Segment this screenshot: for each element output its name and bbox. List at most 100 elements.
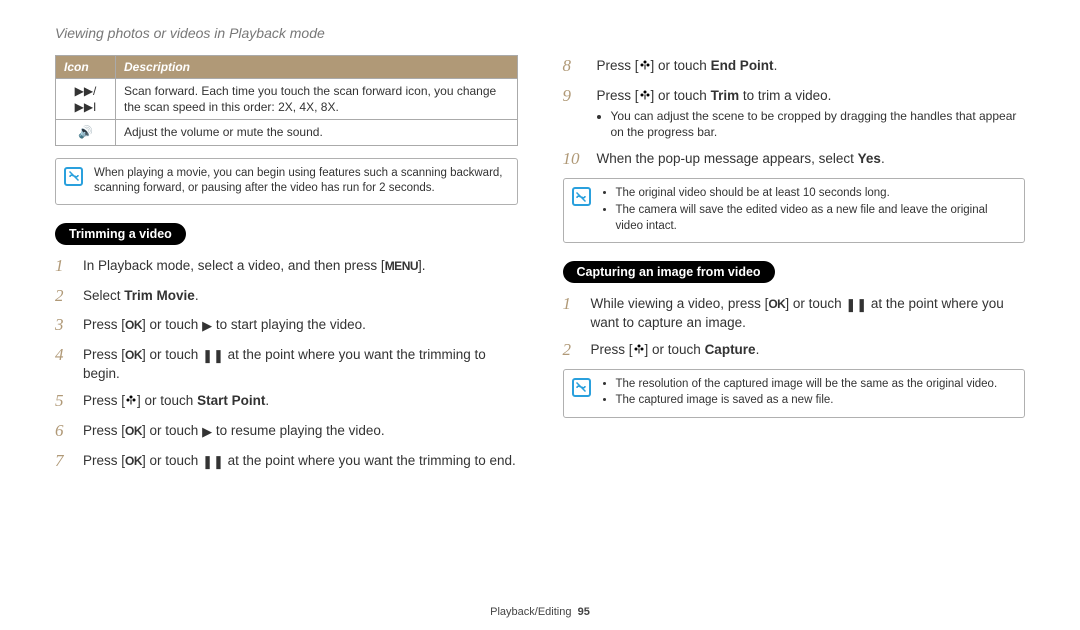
ok-key: OK xyxy=(125,318,142,332)
content-columns: Icon Description ▶▶/▶▶I Scan forward. Ea… xyxy=(55,55,1025,480)
step-text: . xyxy=(195,288,199,303)
ok-key: OK xyxy=(125,424,142,438)
capture-label: Capture xyxy=(705,342,756,357)
step-text: ] or touch xyxy=(142,453,202,468)
step-text: In Playback mode, select a video, and th… xyxy=(83,258,385,273)
note-trim: The original video should be at least 10… xyxy=(563,178,1026,243)
step-2: 2 Select Trim Movie. xyxy=(55,285,518,308)
note-icon xyxy=(64,167,83,186)
right-column: 8 Press [ ] or touch End Point. 9 Press [… xyxy=(563,55,1026,480)
step-text: . xyxy=(881,151,885,166)
ok-key: OK xyxy=(768,297,785,311)
step-number: 1 xyxy=(55,255,73,278)
step-10: 10 When the pop-up message appears, sele… xyxy=(563,148,1026,171)
play-icon: ▶ xyxy=(202,317,212,335)
footer: Playback/Editing 95 xyxy=(0,606,1080,618)
capture-step-2: 2 Press [] or touch Capture. xyxy=(563,339,1026,362)
note-capture: The resolution of the captured image wil… xyxy=(563,369,1026,418)
note-playback-text: When playing a movie, you can begin usin… xyxy=(94,167,503,195)
step-text: Press [ xyxy=(83,423,125,438)
step-text: . xyxy=(774,58,778,73)
macro-icon xyxy=(639,88,651,100)
step-text: Press [ xyxy=(83,317,125,332)
step-text: Press [ xyxy=(591,342,633,357)
ok-key: OK xyxy=(125,454,142,468)
step-text: While viewing a video, press [ xyxy=(591,296,769,311)
step-text: . xyxy=(756,342,760,357)
menu-key: MENU xyxy=(385,259,418,273)
step-8: 8 Press [ ] or touch End Point. xyxy=(563,55,1026,78)
step-6: 6 Press [OK] or touch ▶ to resume playin… xyxy=(55,420,518,443)
footer-section: Playback/Editing xyxy=(490,606,571,618)
scan-forward-icon: ▶▶/▶▶I xyxy=(56,79,116,120)
step-number: 3 xyxy=(55,314,73,337)
step-4: 4 Press [OK] or touch ❚❚ at the point wh… xyxy=(55,344,518,383)
step-number: 5 xyxy=(55,390,73,413)
icon-table: Icon Description ▶▶/▶▶I Scan forward. Ea… xyxy=(55,55,518,146)
step-text: Press [ xyxy=(597,88,639,103)
step-1: 1 In Playback mode, select a video, and … xyxy=(55,255,518,278)
step-text: When the pop-up message appears, select xyxy=(597,151,858,166)
note-icon xyxy=(572,378,591,397)
macro-icon xyxy=(125,393,137,405)
capture-step-1: 1 While viewing a video, press [OK] or t… xyxy=(563,293,1026,332)
th-desc: Description xyxy=(116,56,518,79)
step-text: Press [ xyxy=(83,453,125,468)
step-text: Press [ xyxy=(83,393,125,408)
step-sub-bullet: You can adjust the scene to be cropped b… xyxy=(611,108,1026,140)
step-text: to resume playing the video. xyxy=(212,423,385,438)
ok-key: OK xyxy=(125,348,142,362)
step-text: Select xyxy=(83,288,124,303)
step-text: . xyxy=(265,393,269,408)
table-row: ▶▶/▶▶I Scan forward. Each time you touch… xyxy=(56,79,518,120)
trim-label: Trim xyxy=(711,88,740,103)
end-point-label: End Point xyxy=(711,58,774,73)
note-capture-b2: The captured image is saved as a new fil… xyxy=(616,393,1017,409)
table-row: 🔊 Adjust the volume or mute the sound. xyxy=(56,120,518,145)
note-trim-b1: The original video should be at least 10… xyxy=(616,186,1017,202)
page-number: 95 xyxy=(578,606,590,618)
step-text: to trim a video. xyxy=(739,88,831,103)
step-number: 9 xyxy=(563,85,587,141)
start-point-label: Start Point xyxy=(197,393,265,408)
section-heading-trim: Trimming a video xyxy=(55,223,186,245)
yes-label: Yes xyxy=(858,151,881,166)
step-text: ] or touch xyxy=(651,88,711,103)
step-7: 7 Press [OK] or touch ❚❚ at the point wh… xyxy=(55,450,518,473)
pause-icon: ❚❚ xyxy=(202,453,224,471)
step-number: 6 xyxy=(55,420,73,443)
step-5: 5 Press [ ] or touch Start Point. xyxy=(55,390,518,413)
step-number: 2 xyxy=(55,285,73,308)
note-playback: When playing a movie, you can begin usin… xyxy=(55,158,518,205)
step-text: ] or touch xyxy=(651,58,711,73)
note-trim-b2: The camera will save the edited video as… xyxy=(616,203,1017,234)
section-heading-capture: Capturing an image from video xyxy=(563,261,775,283)
volume-desc: Adjust the volume or mute the sound. xyxy=(116,120,518,145)
step-number: 1 xyxy=(563,293,581,332)
macro-icon xyxy=(633,342,645,354)
step-3: 3 Press [OK] or touch ▶ to start playing… xyxy=(55,314,518,337)
page-title: Viewing photos or videos in Playback mod… xyxy=(55,25,1025,41)
step-text: to start playing the video. xyxy=(212,317,366,332)
step-number: 10 xyxy=(563,148,587,171)
step-number: 2 xyxy=(563,339,581,362)
volume-icon: 🔊 xyxy=(56,120,116,145)
left-column: Icon Description ▶▶/▶▶I Scan forward. Ea… xyxy=(55,55,518,480)
pause-icon: ❚❚ xyxy=(845,296,867,314)
step-number: 7 xyxy=(55,450,73,473)
step-text: ] or touch xyxy=(137,393,197,408)
step-text: Press [ xyxy=(83,347,125,362)
step-sub: You can adjust the scene to be cropped b… xyxy=(597,108,1026,140)
step-text: ] or touch xyxy=(142,423,202,438)
step-number: 8 xyxy=(563,55,587,78)
step-text: ] or touch xyxy=(142,317,202,332)
trim-movie-label: Trim Movie xyxy=(124,288,195,303)
step-9: 9 Press [ ] or touch Trim to trim a video… xyxy=(563,85,1026,141)
step-text: Press [ xyxy=(597,58,639,73)
note-icon xyxy=(572,187,591,206)
step-text: at the point where you want the trimming… xyxy=(224,453,516,468)
macro-icon xyxy=(639,58,651,70)
step-text: ] or touch xyxy=(785,296,845,311)
step-text: ]. xyxy=(418,258,426,273)
step-text: ] or touch xyxy=(142,347,202,362)
